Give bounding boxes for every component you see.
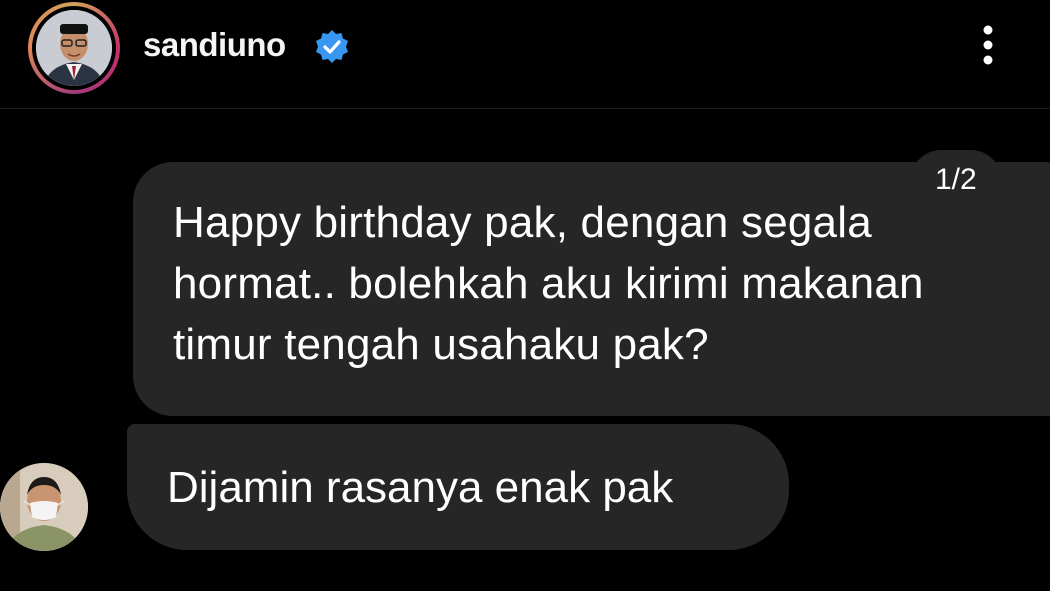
message-line: Dijamin rasanya enak pak [167,463,674,512]
sender-avatar-illustration [0,463,88,551]
page-indicator-text: 1/2 [935,163,977,196]
message-line: Happy birthday pak, dengan segala [173,198,872,247]
dm-screen: sandiuno Happy birthday pak, dengan sega… [0,0,1050,591]
sender-profile-photo-icon[interactable] [0,463,88,551]
profile-photo-icon[interactable] [36,10,112,86]
more-vertical-icon[interactable] [970,22,1006,68]
message-bubble[interactable]: Happy birthday pak, dengan segala hormat… [133,162,1050,416]
username[interactable]: sandiuno [143,26,286,64]
verified-badge-icon [316,30,348,63]
chat-header: sandiuno [0,0,1050,109]
message-bubble[interactable]: Dijamin rasanya enak pak [127,424,789,550]
story-ring[interactable] [28,2,120,94]
page-indicator: 1/2 [911,150,1001,210]
avatar-illustration [36,10,112,86]
message-line: timur tengah usahaku pak? [173,320,709,369]
message-line: hormat.. bolehkah aku kirimi makanan [173,259,924,308]
